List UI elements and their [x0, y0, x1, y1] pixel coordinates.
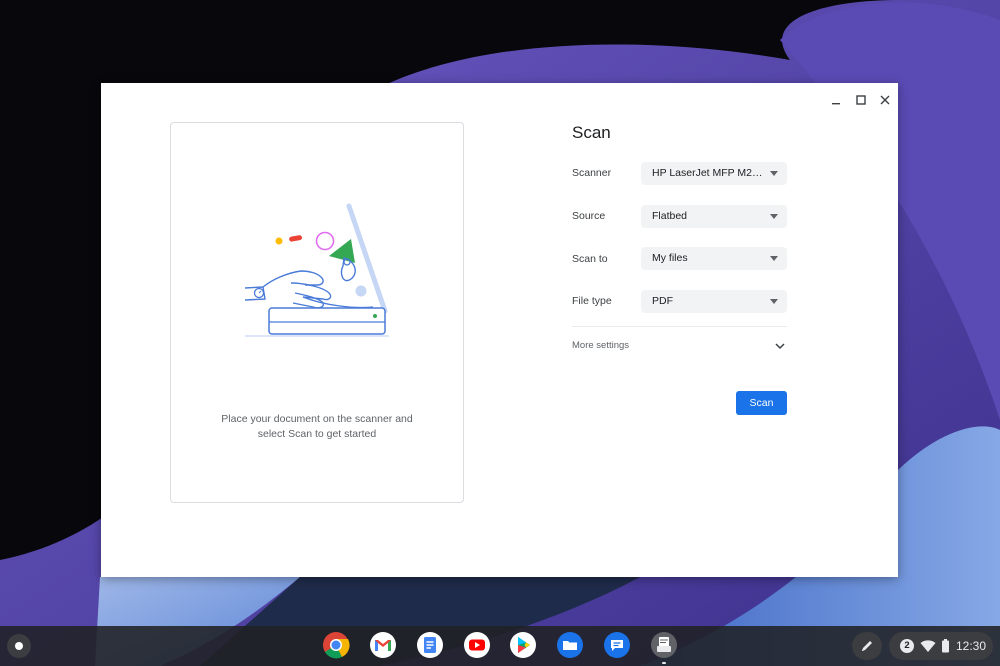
clock: 12:30 — [956, 639, 987, 653]
scan-app-icon — [651, 632, 677, 658]
settings-divider — [572, 326, 787, 327]
more-settings-toggle[interactable]: More settings — [572, 336, 787, 356]
scan-button[interactable]: Scan — [736, 391, 787, 415]
maximize-button[interactable] — [850, 89, 872, 111]
running-indicator — [662, 662, 666, 664]
preview-message-line2: select Scan to get started — [257, 428, 377, 440]
files-icon — [557, 632, 583, 658]
minimize-icon — [832, 103, 840, 105]
scan-to-select[interactable]: My files — [641, 247, 787, 270]
page-title: Scan — [572, 123, 611, 142]
close-window-button[interactable] — [874, 89, 896, 111]
stylus-icon — [862, 641, 872, 651]
play-store-app[interactable] — [509, 631, 537, 659]
scanner-select[interactable]: HP LaserJet MFP M29... — [641, 162, 787, 185]
scan-app[interactable] — [650, 631, 678, 664]
chrome-icon — [323, 632, 350, 659]
shelf: 2 12:30 — [0, 626, 1000, 666]
docs-icon — [417, 632, 443, 658]
youtube-icon — [464, 632, 490, 658]
docs-app[interactable] — [416, 631, 444, 659]
status-tray[interactable]: 2 12:30 — [889, 632, 993, 660]
source-select[interactable]: Flatbed — [641, 205, 787, 228]
maximize-icon — [856, 95, 866, 105]
minimize-button[interactable] — [825, 89, 847, 111]
play-store-icon — [510, 632, 536, 658]
stylus-tools-button[interactable] — [852, 632, 882, 660]
preview-message-line1: Place your document on the scanner and — [221, 413, 413, 425]
notification-count-badge: 2 — [900, 639, 914, 653]
scan-preview-panel: Place your document on the scanner and s… — [170, 122, 464, 503]
files-app[interactable] — [556, 631, 584, 659]
scan-to-value: My files — [652, 252, 688, 264]
source-label: Source — [572, 210, 606, 222]
scanner-value: HP LaserJet MFP M29... — [652, 167, 763, 179]
dropdown-arrow-icon — [770, 256, 778, 261]
dropdown-arrow-icon — [770, 171, 778, 176]
gmail-icon — [370, 632, 396, 658]
chrome-app[interactable] — [322, 631, 350, 659]
battery-icon — [942, 639, 949, 653]
scan-app-window: Place your document on the scanner and s… — [101, 83, 898, 577]
wifi-icon — [920, 640, 936, 652]
launcher-button[interactable] — [7, 634, 31, 658]
youtube-app[interactable] — [463, 631, 491, 659]
dropdown-arrow-icon — [770, 299, 778, 304]
file-type-label: File type — [572, 295, 612, 307]
source-value: Flatbed — [652, 210, 688, 222]
messages-app[interactable] — [603, 631, 631, 659]
close-icon — [880, 95, 890, 105]
gmail-app[interactable] — [369, 631, 397, 659]
chevron-down-icon — [775, 343, 785, 350]
preview-instructions: Place your document on the scanner and s… — [191, 412, 443, 442]
scanner-label: Scanner — [572, 167, 612, 179]
file-type-select[interactable]: PDF — [641, 290, 787, 313]
scanner-illustration — [244, 203, 389, 337]
more-settings-label: More settings — [572, 340, 630, 351]
file-type-value: PDF — [652, 295, 673, 307]
scan-to-label: Scan to — [572, 253, 608, 265]
messages-icon — [604, 632, 630, 658]
dropdown-arrow-icon — [770, 214, 778, 219]
